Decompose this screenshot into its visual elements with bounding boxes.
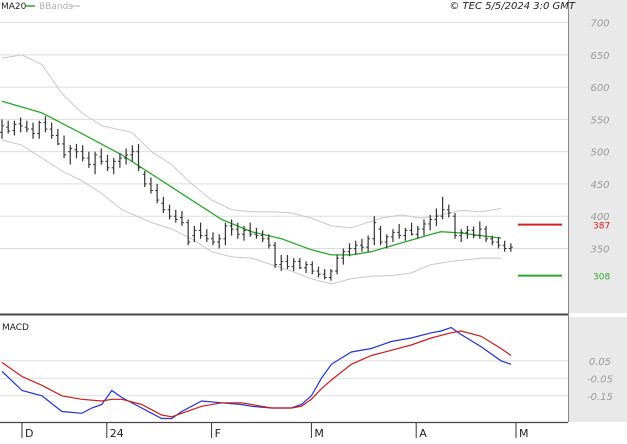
price-tick-label: 650 [590, 51, 609, 62]
x-tick-label: D [25, 427, 33, 440]
ohlc-bar [341, 248, 346, 265]
ohlc-bar [229, 219, 234, 236]
ohlc-bar [353, 240, 358, 255]
ohlc-bar [24, 120, 29, 133]
ohlc-bar [409, 222, 414, 236]
ohlc-bar [49, 122, 54, 139]
ohlc-bar [260, 230, 265, 243]
ohlc-bar [390, 229, 395, 243]
ohlc-bar [459, 229, 464, 243]
ohlc-bar [148, 177, 153, 194]
ohlc-bar [378, 225, 383, 246]
ohlc-bar [111, 158, 116, 175]
ohlc-bar [68, 145, 73, 165]
ohlc-bar [285, 254, 290, 270]
ohlc-bar [465, 225, 470, 239]
price-tick-label: 550 [590, 115, 609, 126]
ohlc-bar [248, 222, 253, 237]
ohlc-bar [93, 151, 98, 175]
ohlc-bar [434, 208, 439, 226]
ohlc-bar [335, 254, 340, 275]
ohlc-bar [43, 116, 48, 133]
source-timestamp: © TEC 5/5/2024 3:0 GMT [449, 1, 576, 12]
ohlc-bar [484, 225, 489, 243]
ohlc-bar [273, 242, 278, 268]
macd-tick-label: 0.05 [589, 357, 611, 368]
ohlc-bar [446, 204, 451, 218]
x-tick-label: 24 [110, 427, 124, 440]
macd-axis-band [568, 317, 627, 422]
ohlc-bar [322, 269, 327, 280]
ohlc-bar [366, 235, 371, 252]
ohlc-bar [415, 225, 420, 239]
ohlc-bar [198, 222, 203, 239]
ohlc-bar [297, 258, 302, 270]
ohlc-bar [204, 229, 209, 243]
ohlc-bar [86, 151, 91, 168]
signal-line [1, 330, 512, 418]
ohlc-bar [304, 261, 309, 273]
price-tick-label: 500 [590, 148, 609, 159]
ohlc-bar [186, 219, 191, 246]
ohlc-bar [142, 171, 147, 188]
ohlc-bar [359, 238, 364, 252]
ohlc-bar [291, 258, 296, 272]
x-tick-label: M [314, 427, 324, 440]
macd-tick-label: -0.15 [587, 392, 613, 403]
resistance-level-label: 387 [593, 222, 610, 232]
bband-upper-line [1, 54, 502, 229]
price-tick-label: 350 [590, 244, 609, 255]
ohlc-bar [0, 119, 4, 139]
stock-chart: 350 400 450 500 550 600 650 700 0.05 -0.05 -0.15 … [0, 0, 627, 440]
support-level-label: 308 [593, 273, 610, 283]
price-tick-label: 600 [590, 83, 609, 94]
chart-svg: 350400450500550600650700 0.05-0.05-0.15 … [0, 0, 627, 440]
ohlc-bar [179, 211, 184, 226]
ohlc-bar [80, 145, 85, 162]
ohlc-bar [502, 240, 507, 252]
ohlc-bar [217, 234, 222, 249]
ohlc-bar [37, 120, 42, 139]
ohlc-bar [223, 222, 228, 246]
ohlc-bar [210, 232, 215, 246]
macd-tick-label: -0.05 [587, 374, 613, 385]
ohlc-bar [328, 269, 333, 281]
macd-panel-title: MACD [2, 323, 29, 333]
x-tick-label: M [519, 427, 529, 440]
ohlc-bar [471, 226, 476, 239]
ohlc-bar [12, 120, 17, 136]
ohlc-bar [161, 196, 166, 213]
x-tick-label: A [419, 427, 427, 440]
ohlc-bar [155, 183, 160, 204]
ohlc-bar [453, 212, 458, 239]
ohlc-bar [310, 261, 315, 275]
x-tick-label: F [215, 427, 221, 440]
price-tick-label: 700 [590, 19, 609, 30]
ohlc-bar [167, 204, 172, 220]
ohlc-bar [421, 219, 426, 236]
ohlc-bar [99, 148, 104, 165]
legend-bbands-label: BBands [39, 2, 73, 12]
ohlc-bar [508, 243, 513, 252]
ohlc-bar [62, 135, 67, 159]
ohlc-bar [74, 143, 79, 159]
ohlc-bar [55, 129, 60, 146]
legend-ma20-label: MA20 [1, 2, 27, 12]
ohlc-bar [316, 266, 321, 278]
ohlc-bar [130, 145, 135, 162]
ohlc-bar [403, 227, 408, 241]
ohlc-bar [31, 122, 36, 139]
ohlc-bar [397, 223, 402, 239]
price-tick-label: 450 [590, 180, 609, 191]
ohlc-bar [105, 154, 110, 172]
ohlc-bar [6, 120, 11, 134]
